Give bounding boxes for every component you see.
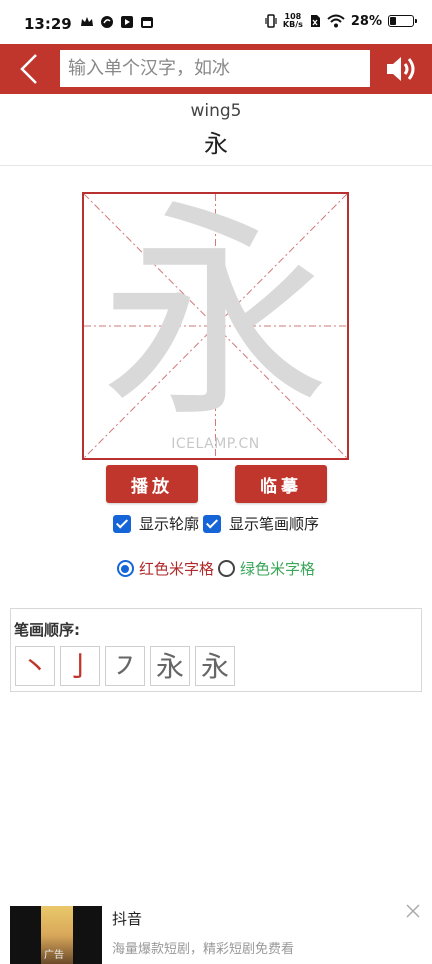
play-store-icon xyxy=(121,16,133,28)
radio-selected-icon[interactable] xyxy=(116,560,134,577)
wifi-icon xyxy=(327,14,345,28)
character-title: 永 xyxy=(204,130,228,158)
speaker-icon[interactable] xyxy=(384,54,420,84)
back-arrow-icon[interactable] xyxy=(16,53,46,85)
stroke-step-4: 永 xyxy=(150,646,190,686)
sim-icon xyxy=(310,15,320,27)
green-grid-radio[interactable]: 绿色米字格 xyxy=(218,558,315,579)
ad-thumbnail[interactable]: 广告 xyxy=(10,906,102,964)
stroke-step-3: ㇇ xyxy=(105,646,145,686)
battery-icon xyxy=(388,15,417,27)
ad-title[interactable]: 抖音 xyxy=(112,908,142,929)
top-bar xyxy=(0,44,432,94)
display-options: 显示轮廓 显示笔画顺序 xyxy=(0,513,432,534)
radio-unselected-icon[interactable] xyxy=(218,560,235,577)
trace-button[interactable]: 临摹 xyxy=(235,465,327,503)
stroke-step-2: 亅 xyxy=(60,646,100,686)
app-badge-icon xyxy=(101,16,113,28)
search-input[interactable] xyxy=(60,50,370,87)
show-outline-checkbox[interactable]: 显示轮廓 xyxy=(112,513,199,534)
stroke-step-5: 永 xyxy=(195,646,235,686)
network-speed: 108 KB/s xyxy=(282,12,303,29)
status-time: 13:29 xyxy=(24,15,72,33)
watermark: ICELAMP.CN xyxy=(171,436,260,452)
battery-percent: 28% xyxy=(350,13,382,29)
vibrate-icon xyxy=(265,14,277,28)
status-notification-icons xyxy=(80,15,154,29)
stroke-order-title: 笔画顺序: xyxy=(14,621,80,639)
ad-description[interactable]: 海量爆款短剧，精彩短剧免费看 xyxy=(112,938,294,957)
writing-grid[interactable]: 永 ICELAMP.CN xyxy=(82,184,349,460)
checkbox-checked-icon[interactable] xyxy=(203,514,221,533)
stroke-step-1: 丶 xyxy=(15,646,55,686)
ad-banner[interactable]: 广告 抖音 海量爆款短剧，精彩短剧免费看 xyxy=(0,890,432,964)
stroke-order-panel: 笔画顺序: 丶 亅 ㇇ 永 永 xyxy=(10,608,422,692)
close-icon[interactable] xyxy=(406,904,420,918)
character-outline: 永 xyxy=(100,182,331,449)
status-system-icons: 108 KB/s 28% xyxy=(265,12,417,29)
status-bar: 13:29 108 KB/s 28% xyxy=(0,0,432,44)
crown-icon xyxy=(81,17,93,26)
play-button[interactable]: 播放 xyxy=(106,465,198,503)
checkbox-checked-icon[interactable] xyxy=(112,514,131,533)
divider xyxy=(0,165,432,166)
show-order-checkbox[interactable]: 显示笔画顺序 xyxy=(203,513,319,534)
pinyin-label: wing5 xyxy=(190,101,242,121)
red-grid-radio[interactable]: 红色米字格 xyxy=(116,558,214,579)
calendar-icon xyxy=(141,17,153,28)
grid-color-options: 红色米字格 绿色米字格 xyxy=(0,558,432,579)
ad-tag: 广告 xyxy=(44,950,64,961)
